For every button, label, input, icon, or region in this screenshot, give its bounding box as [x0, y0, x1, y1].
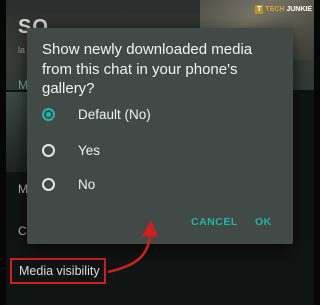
screenshot-frame: SO la M M C Media visibility T TECH JUNK…: [0, 0, 320, 305]
annotation-arrow-icon: [107, 220, 158, 274]
